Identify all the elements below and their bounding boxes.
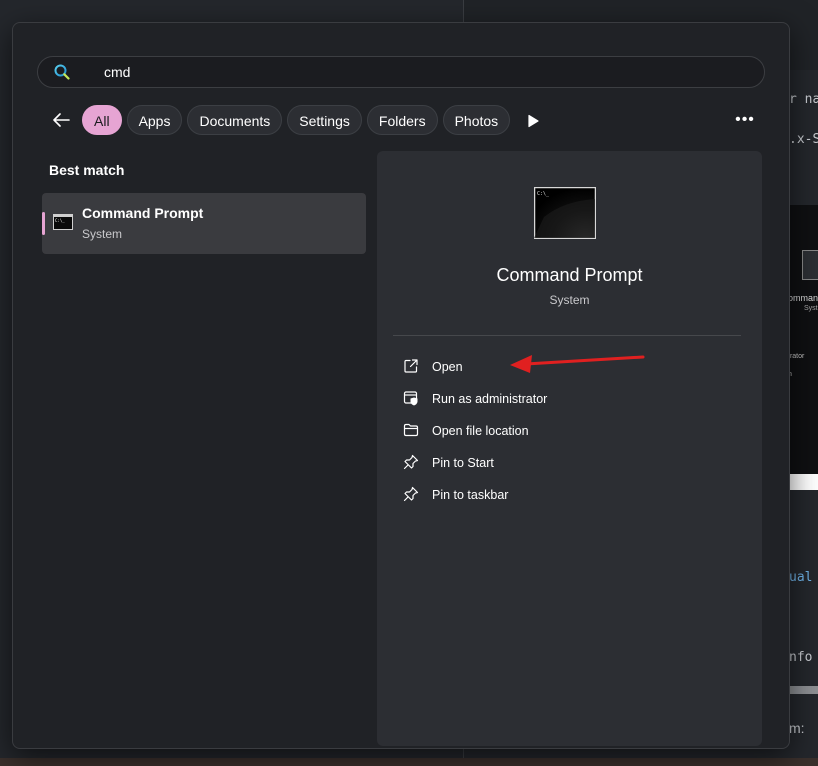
filter-chip-photos[interactable]: Photos [442,105,511,135]
annotation-arrow-icon [510,355,645,373]
filter-chip-settings[interactable]: Settings [287,105,362,135]
action-list: Open Run as administrator Open file loca… [401,355,731,515]
background-thumbnail [802,250,818,280]
filter-chip-apps[interactable]: Apps [126,105,183,135]
terminal-icon: C:\_ [534,187,596,239]
background-text: nfo [789,650,813,665]
svg-text:C:\_: C:\_ [55,218,65,223]
action-pin-to-start-label: Pin to Start [432,456,494,470]
folder-icon [403,423,419,437]
back-arrow-icon [53,113,70,127]
background-text: .x-Se [789,132,818,147]
background-thumbnail-sub: Syst [804,305,818,312]
terminal-icon: C:\_ [53,214,73,230]
result-subtitle: System [82,227,123,241]
background-text: m: [789,720,805,736]
pin-icon [403,454,419,470]
pin-icon [403,486,419,502]
preview-title: Command Prompt [496,265,643,285]
best-match-result[interactable]: C:\_ Command Prompt System [42,193,366,254]
start-search-panel: All Apps Documents Settings Folders Phot… [12,22,790,749]
result-title: Command Prompt [82,205,204,221]
filter-chip-documents[interactable]: Documents [187,105,283,135]
action-open-file-location-label: Open file location [432,424,529,438]
selection-indicator [42,212,45,235]
background-thumbnail-item: trator [788,353,805,360]
action-pin-to-taskbar[interactable]: Pin to taskbar [401,483,731,515]
action-pin-to-taskbar-label: Pin to taskbar [432,488,509,502]
background-text: r nam [789,92,818,107]
action-run-as-admin-label: Run as administrator [432,392,548,406]
svg-text:C:\_: C:\_ [537,191,550,197]
open-external-icon [404,359,418,373]
filter-chips: All Apps Documents Settings Folders Phot… [82,105,511,137]
background-scrollbar [788,686,818,694]
background-text: ual [789,570,813,585]
action-open-file-location[interactable]: Open file location [401,419,731,451]
action-open-label: Open [432,360,463,374]
play-icon[interactable] [525,113,541,129]
preview-pane: C:\_ Command Prompt System Open Run as a… [377,151,762,746]
preview-subtitle: System [549,293,590,307]
search-icon [54,64,70,80]
shield-admin-icon [403,391,418,406]
more-options-button[interactable]: ••• [735,109,755,131]
action-run-as-admin[interactable]: Run as administrator [401,387,731,419]
search-box[interactable] [37,56,765,88]
filter-chip-folders[interactable]: Folders [366,105,438,135]
action-pin-to-start[interactable]: Pin to Start [401,451,731,483]
preview-divider [393,335,741,336]
taskbar-strip [0,758,818,766]
search-input[interactable] [104,63,704,81]
best-match-heading: Best match [49,162,125,178]
filter-chip-all[interactable]: All [82,105,122,135]
back-button[interactable] [49,109,73,131]
background-input-bar [788,474,818,490]
background-image: ommand Syst trator n [788,205,818,475]
background-thumbnail-caption: ommand [788,293,818,303]
